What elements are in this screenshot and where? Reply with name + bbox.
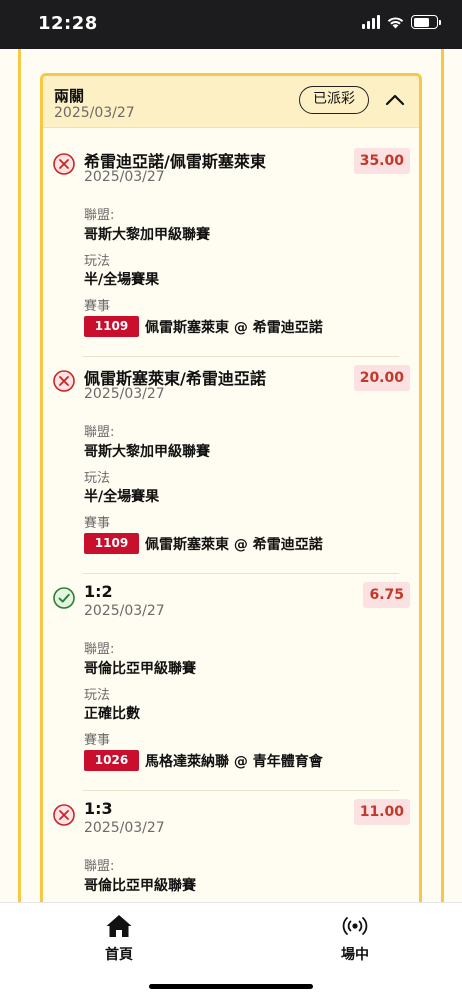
leg-selection: 1:3: [84, 799, 113, 818]
league-label: 聯盟:: [84, 642, 115, 657]
broadcast-icon: [342, 917, 368, 935]
bet-type-title: 兩關: [54, 87, 85, 105]
frame-border-left: [18, 49, 21, 902]
bet-type-value: 正確比數: [84, 706, 140, 722]
bet-type-value: 半/全場賽果: [84, 272, 160, 288]
bet-type-label: 玩法: [84, 254, 111, 269]
league-value: 哥倫比亞甲級聯賽: [84, 661, 196, 677]
bet-leg: 希雷迪亞諾/佩雷斯塞萊東 35.00 2025/03/27 聯盟: 哥斯大黎加甲…: [43, 148, 419, 357]
match-name: 馬格達萊納聯 @ 青年體育會: [145, 753, 323, 770]
bet-date: 2025/03/27: [54, 105, 135, 121]
leg-date: 2025/03/27: [84, 603, 165, 619]
settled-status-badge: 已派彩: [299, 86, 369, 114]
battery-icon: [411, 15, 441, 29]
status-time: 12:28: [38, 13, 98, 34]
frame-border-right: [441, 49, 444, 902]
lost-x-circle-icon: [53, 804, 75, 826]
lost-x-circle-icon: [53, 370, 75, 392]
bet-leg: 1:2 6.75 2025/03/27 聯盟: 哥倫比亞甲級聯賽 玩法 正確比數…: [43, 582, 419, 791]
bet-leg: 1:3 11.00 2025/03/27 聯盟: 哥倫比亞甲級聯賽: [43, 799, 419, 902]
status-bar: 12:28: [0, 0, 462, 49]
tab-live-label: 場中: [341, 947, 369, 963]
leg-divider: [83, 573, 399, 574]
leg-selection: 1:2: [84, 582, 113, 601]
match-row: 1109 佩雷斯塞萊東 @ 希雷迪亞諾: [84, 316, 323, 337]
tab-live[interactable]: 場中: [315, 913, 395, 964]
match-name: 佩雷斯塞萊東 @ 希雷迪亞諾: [145, 536, 323, 553]
home-indicator[interactable]: [149, 984, 313, 989]
match-number-badge: 1026: [84, 750, 139, 771]
league-label: 聯盟:: [84, 208, 115, 223]
leg-odds: 20.00: [353, 365, 410, 391]
league-value: 哥斯大黎加甲級聯賽: [84, 444, 210, 460]
tab-home[interactable]: 首頁: [79, 913, 159, 964]
chevron-up-icon[interactable]: [384, 89, 406, 111]
leg-divider: [83, 790, 399, 791]
won-check-circle-icon: [53, 587, 75, 609]
leg-date: 2025/03/27: [84, 820, 165, 836]
bet-type-value: 半/全場賽果: [84, 489, 160, 505]
leg-odds: 11.00: [353, 799, 410, 825]
cellular-signal-icon: [362, 15, 380, 29]
match-number-badge: 1109: [84, 533, 139, 554]
match-label: 賽事: [84, 516, 111, 531]
bet-card-parlay: 兩關 2025/03/27 已派彩 希雷迪亞諾/佩雷斯塞萊東 35.00 202…: [40, 73, 422, 902]
lost-x-circle-icon: [53, 153, 75, 175]
leg-divider: [83, 356, 399, 357]
bet-type-label: 玩法: [84, 471, 111, 486]
match-label: 賽事: [84, 299, 111, 314]
status-icons: [362, 15, 441, 29]
leg-date: 2025/03/27: [84, 386, 165, 402]
match-label: 賽事: [84, 733, 111, 748]
bet-type-label: 玩法: [84, 688, 111, 703]
league-label: 聯盟:: [84, 425, 115, 440]
home-icon: [106, 915, 132, 937]
league-value: 哥倫比亞甲級聯賽: [84, 878, 196, 894]
match-number-badge: 1109: [84, 316, 139, 337]
wifi-icon: [387, 16, 404, 28]
bet-card-header[interactable]: 兩關 2025/03/27 已派彩: [43, 76, 419, 128]
league-label: 聯盟:: [84, 859, 115, 874]
match-name: 佩雷斯塞萊東 @ 希雷迪亞諾: [145, 319, 323, 336]
leg-odds: 35.00: [353, 148, 410, 174]
tab-home-label: 首頁: [105, 947, 133, 963]
bet-leg: 佩雷斯塞萊東/希雷迪亞諾 20.00 2025/03/27 聯盟: 哥斯大黎加甲…: [43, 365, 419, 574]
leg-odds: 6.75: [363, 582, 410, 608]
leg-date: 2025/03/27: [84, 169, 165, 185]
bet-history-scroll-area[interactable]: 兩關 2025/03/27 已派彩 希雷迪亞諾/佩雷斯塞萊東 35.00 202…: [0, 49, 462, 902]
league-value: 哥斯大黎加甲級聯賽: [84, 227, 210, 243]
match-row: 1026 馬格達萊納聯 @ 青年體育會: [84, 750, 323, 771]
match-row: 1109 佩雷斯塞萊東 @ 希雷迪亞諾: [84, 533, 323, 554]
